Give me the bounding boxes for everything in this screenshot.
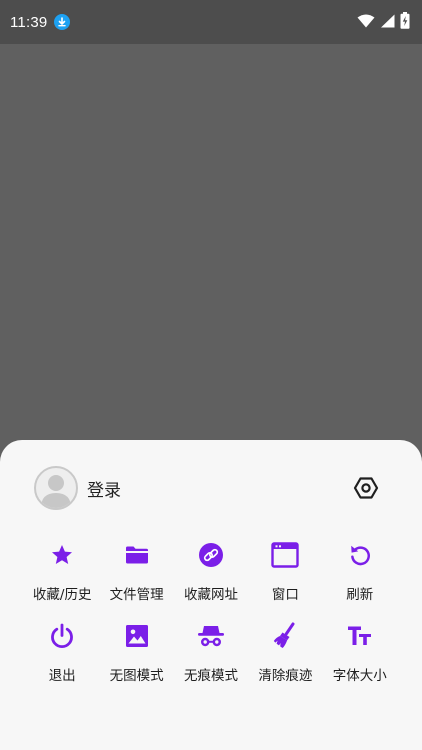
refresh-icon: [345, 540, 375, 570]
menu-item-label: 窗口: [271, 587, 299, 603]
broom-icon: [270, 621, 300, 651]
bottom-sheet-menu: 登录 收藏/历史 文件管理 收藏网址 窗口 刷新 退出 无图模式 无痕模式 清除…: [0, 440, 422, 750]
menu-item-label: 清除痕迹: [258, 668, 313, 684]
menu-item-bookmarked-urls[interactable]: 收藏网址: [174, 538, 248, 619]
menu-item-label: 收藏/历史: [32, 587, 92, 603]
menu-grid: 收藏/历史 文件管理 收藏网址 窗口 刷新 退出 无图模式 无痕模式 清除痕迹 …: [25, 538, 397, 700]
settings-button[interactable]: [352, 474, 380, 502]
menu-item-label: 无图模式: [109, 668, 164, 684]
battery-charging-icon: [400, 11, 410, 33]
avatar[interactable]: [34, 466, 78, 510]
menu-item-windows[interactable]: 窗口: [248, 538, 322, 619]
status-bar: 11:39: [0, 0, 422, 44]
star-icon: [47, 540, 77, 570]
menu-item-clear-traces[interactable]: 清除痕迹: [248, 619, 322, 700]
menu-item-label: 收藏网址: [183, 587, 238, 603]
status-right: [357, 11, 410, 33]
font-size-icon: [345, 621, 375, 651]
settings-hexagon-icon: [353, 477, 379, 499]
dimmed-background[interactable]: [0, 44, 422, 440]
screen: 11:39 登录 收藏/历史 文件管理 收藏网址 窗口 刷新 退出 无图模式 无…: [0, 0, 422, 750]
menu-item-label: 刷新: [346, 587, 374, 603]
menu-item-incognito-mode[interactable]: 无痕模式: [174, 619, 248, 700]
wifi-icon: [357, 13, 375, 32]
menu-item-label: 字体大小: [332, 668, 387, 684]
menu-item-label: 文件管理: [109, 587, 164, 603]
power-icon: [47, 621, 77, 651]
cellular-signal-icon: [380, 13, 395, 32]
menu-item-no-image-mode[interactable]: 无图模式: [99, 619, 173, 700]
image-icon: [122, 621, 152, 651]
menu-item-label: 退出: [48, 668, 76, 684]
status-time: 11:39: [10, 13, 48, 31]
login-row[interactable]: 登录: [34, 465, 121, 511]
menu-item-exit[interactable]: 退出: [25, 619, 99, 700]
menu-item-file-manager[interactable]: 文件管理: [99, 538, 173, 619]
login-label[interactable]: 登录: [87, 476, 121, 501]
folder-icon: [122, 540, 152, 570]
menu-item-bookmarks-history[interactable]: 收藏/历史: [25, 538, 99, 619]
menu-item-font-size[interactable]: 字体大小: [323, 619, 397, 700]
window-icon: [270, 540, 300, 570]
download-notification-icon: [54, 14, 71, 30]
menu-item-label: 无痕模式: [183, 668, 238, 684]
menu-item-refresh[interactable]: 刷新: [323, 538, 397, 619]
link-icon: [196, 540, 226, 570]
status-left: 11:39: [10, 13, 71, 31]
incognito-icon: [196, 621, 226, 651]
